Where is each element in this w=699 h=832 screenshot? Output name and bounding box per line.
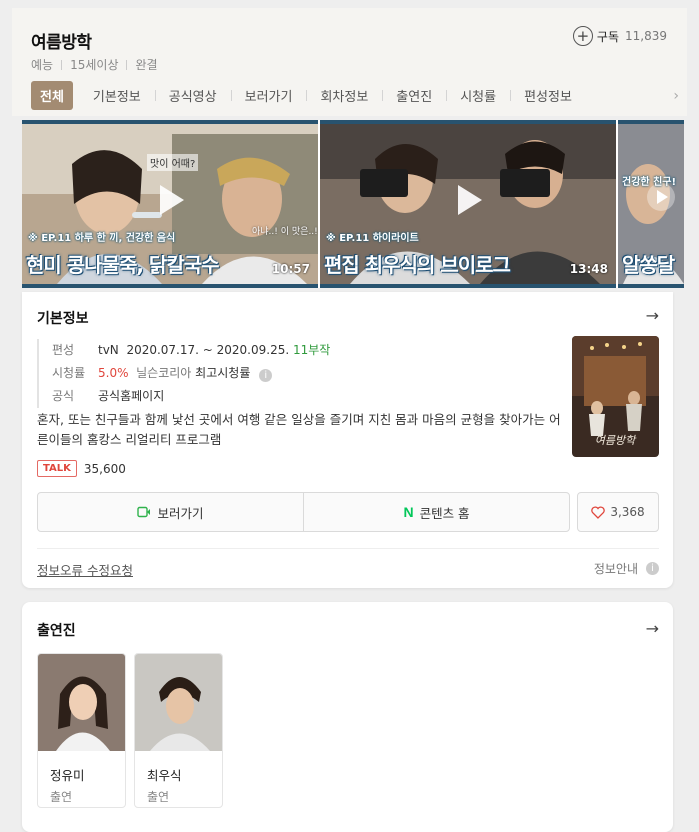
meta-genre: 예능 <box>31 58 54 72</box>
tab-bar: 전체 기본정보 공식영상 보러가기 회차정보 출연진 시청률 편성정보 <box>31 80 687 110</box>
meta-status: 완결 <box>135 58 158 72</box>
info-guide-label: 정보안내 <box>593 562 638 576</box>
air-dates: 2020.07.17. ~ 2020.09.25. <box>126 343 290 357</box>
subscribe-button[interactable]: + 구독 11,839 <box>572 26 667 46</box>
play-icon <box>458 185 482 215</box>
cast-name: 정유미 <box>50 768 85 783</box>
basic-info-title: 기본정보 <box>37 311 89 327</box>
meta-divider <box>61 59 63 70</box>
arrow-right-icon[interactable]: → <box>646 306 659 325</box>
tab-all[interactable]: 전체 <box>31 80 73 110</box>
cast-card: 출연진 → 정유미 출연 최우식 출연 <box>22 602 673 832</box>
info-rows: 편성 tvN 2020.07.17. ~ 2020.09.25. 11부작 시청… <box>37 339 330 408</box>
video-subcaption: ※ EP.11 하루 한 끼, 건강한 음식 <box>28 233 176 244</box>
content-home-button[interactable]: N 콘텐츠 홈 <box>303 493 569 531</box>
poster-image[interactable]: 여름방학 <box>572 336 659 457</box>
rating-row: 시청률 5.0% 닐슨코리아 최고시청률 i <box>52 362 330 385</box>
episode-count: 11부작 <box>293 343 331 357</box>
video-subcaption: ※ EP.11 하이라이트 <box>326 233 419 244</box>
info-guide[interactable]: 정보안내 i <box>594 560 659 577</box>
official-homepage-link[interactable]: 공식홈페이지 <box>98 385 164 408</box>
arrow-right-icon[interactable]: → <box>646 619 659 638</box>
schedule-label: 편성 <box>52 343 75 357</box>
video-caption: 알쏭달 <box>622 253 675 277</box>
video-duration: 10:57 <box>271 262 310 276</box>
watch-button-label: 보러가기 <box>157 505 204 521</box>
subscribe-label: 구독 <box>596 29 619 44</box>
video-thumbnail[interactable]: 맛이 어때? 아냐..! 이 맛은..! ※ EP.11 하루 한 끼, 건강한… <box>22 120 318 288</box>
poster-art: 여름방학 <box>572 336 659 457</box>
video-caption: 편집 최우식의 브이로그 <box>324 253 511 277</box>
official-label: 공식 <box>52 389 75 403</box>
meta-divider <box>126 59 128 70</box>
cast-photo <box>38 654 125 751</box>
video-duration: 13:48 <box>569 262 608 276</box>
cast-photo <box>135 654 222 751</box>
talk-count: 35,600 <box>83 461 126 476</box>
program-title[interactable]: 여름방학 <box>31 28 92 53</box>
content-home-label: 콘텐츠 홈 <box>419 505 470 521</box>
naver-n-icon: N <box>403 504 414 520</box>
program-meta: 예능 15세이상 완결 <box>31 56 158 73</box>
tab-episodes[interactable]: 회차정보 <box>306 86 382 105</box>
basic-info-card: 기본정보 → 편성 tvN 2020.07.17. ~ 2020.09.25. … <box>22 292 673 588</box>
rating-label: 시청률 <box>52 366 86 380</box>
tab-basic-info[interactable]: 기본정보 <box>79 86 155 105</box>
action-buttons: 보러가기 N 콘텐츠 홈 <box>37 492 570 532</box>
talk-section[interactable]: TALK 35,600 <box>37 460 126 477</box>
video-caption: 현미 콩나물죽, 닭칼국수 <box>26 253 220 277</box>
heart-icon <box>591 505 606 519</box>
report-error-link[interactable]: 정보오류 수정요청 <box>37 560 133 579</box>
tab-scroll-right-icon[interactable]: › <box>673 88 679 104</box>
program-header: 여름방학 + 구독 11,839 예능 15세이상 완결 전체 기본정보 공식영… <box>12 8 687 116</box>
poster-title-text: 여름방학 <box>595 434 637 447</box>
watch-button[interactable]: 보러가기 <box>38 493 303 531</box>
plus-icon: + <box>572 26 593 46</box>
cast-member[interactable]: 최우식 출연 <box>134 653 223 808</box>
subtitle-overlay: 아냐..! 이 맛은..! <box>252 227 318 237</box>
tab-cast[interactable]: 출연진 <box>382 86 446 105</box>
synopsis: 혼자, 또는 친구들과 함께 낯선 곳에서 여행 같은 일상을 즐기며 지친 몸… <box>37 412 561 447</box>
cast-list: 정유미 출연 최우식 출연 <box>37 653 223 808</box>
video-strip: 맛이 어때? 아냐..! 이 맛은..! ※ EP.11 하루 한 끼, 건강한… <box>22 120 684 288</box>
tab-schedule[interactable]: 편성정보 <box>510 86 586 105</box>
rating-note: 최고시청률 <box>195 366 251 380</box>
cast-role: 출연 <box>50 790 73 804</box>
video-subcaption: 건강한 친구! <box>622 177 677 188</box>
like-count: 3,368 <box>610 505 645 519</box>
schedule-row: 편성 tvN 2020.07.17. ~ 2020.09.25. 11부작 <box>52 339 330 362</box>
video-thumbnail[interactable]: 건강한 친구! 알쏭달 <box>618 120 684 288</box>
channel-link[interactable]: tvN <box>98 343 119 357</box>
play-icon <box>160 185 184 215</box>
video-icon <box>137 506 151 518</box>
cast-name: 최우식 <box>147 768 182 783</box>
cast-member[interactable]: 정유미 출연 <box>37 653 126 808</box>
info-icon[interactable]: i <box>259 369 273 382</box>
video-thumbnail[interactable]: ※ EP.11 하이라이트 편집 최우식의 브이로그 13:48 <box>320 120 616 288</box>
subscribe-count: 11,839 <box>625 29 667 43</box>
official-row: 공식 공식홈페이지 <box>52 385 330 408</box>
tab-watch[interactable]: 보러가기 <box>230 86 307 105</box>
rating-source: 닐슨코리아 <box>136 366 192 380</box>
like-button[interactable]: 3,368 <box>577 492 659 532</box>
divider <box>37 548 659 549</box>
cast-title: 출연진 <box>37 623 76 639</box>
cast-role: 출연 <box>147 790 170 804</box>
tab-ratings[interactable]: 시청률 <box>446 86 510 105</box>
info-icon: i <box>646 562 659 575</box>
meta-age-rating: 15세이상 <box>70 58 119 72</box>
rating-value: 5.0% <box>98 366 129 380</box>
talk-badge: TALK <box>37 460 77 477</box>
subtitle-overlay: 맛이 어때? <box>147 154 199 171</box>
tab-official-video[interactable]: 공식영상 <box>154 86 231 105</box>
